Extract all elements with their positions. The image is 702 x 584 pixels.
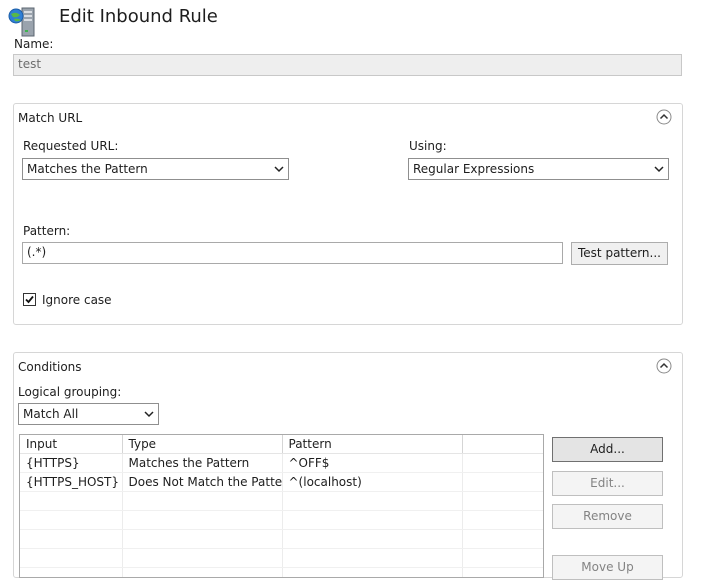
ignore-case-label: Ignore case [42, 293, 112, 307]
logical-grouping-value: Match All [23, 407, 79, 421]
cell-type: Matches the Pattern [122, 453, 283, 473]
match-url-header: Match URL [18, 111, 83, 125]
cell-empty [462, 472, 543, 492]
ignore-case-checkbox[interactable] [23, 293, 36, 306]
test-pattern-button[interactable]: Test pattern... [571, 242, 668, 265]
name-label: Name: [14, 37, 54, 51]
using-select[interactable]: Regular Expressions [408, 158, 669, 180]
remove-condition-button[interactable]: Remove [552, 504, 663, 529]
column-header-type[interactable]: Type [122, 435, 283, 454]
column-header-pattern[interactable]: Pattern [282, 435, 463, 454]
globe-server-icon [8, 6, 44, 40]
requested-url-value: Matches the Pattern [27, 162, 148, 176]
collapse-match-url-button[interactable] [656, 109, 672, 125]
cell-pattern: ^OFF$ [282, 453, 463, 473]
move-up-button[interactable]: Move Up [552, 555, 663, 580]
name-field[interactable]: test [13, 54, 682, 76]
cell-input: {HTTPS} [20, 453, 123, 473]
pattern-label: Pattern: [23, 224, 71, 238]
logical-grouping-label: Logical grouping: [18, 385, 122, 399]
table-row[interactable]: {HTTPS} Matches the Pattern ^OFF$ [20, 453, 543, 473]
page-title: Edit Inbound Rule [59, 6, 218, 27]
add-condition-button[interactable]: Add... [552, 437, 663, 462]
chevron-down-icon [274, 166, 284, 173]
conditions-table[interactable]: Input Type Pattern {HTTPS} Matches the P… [19, 434, 544, 578]
empty-row [20, 529, 543, 549]
requested-url-label: Requested URL: [23, 139, 119, 153]
empty-row [20, 548, 543, 568]
chevron-up-icon [656, 358, 672, 374]
using-value: Regular Expressions [413, 162, 535, 176]
match-url-section [13, 103, 683, 325]
pattern-input[interactable]: (.*) [22, 242, 563, 264]
column-header-input[interactable]: Input [20, 435, 123, 454]
chevron-down-icon [144, 411, 154, 418]
cell-empty [462, 453, 543, 473]
collapse-conditions-button[interactable] [656, 358, 672, 374]
checkmark-icon [25, 295, 34, 304]
empty-row [20, 491, 543, 511]
empty-row [20, 567, 543, 577]
cell-input: {HTTPS_HOST} [20, 472, 123, 492]
cell-pattern: ^(localhost) [282, 472, 463, 492]
logical-grouping-select[interactable]: Match All [18, 403, 159, 425]
conditions-header: Conditions [18, 360, 82, 374]
column-header-empty [462, 435, 543, 454]
cell-type: Does Not Match the Pattern [122, 472, 283, 492]
chevron-up-icon [656, 109, 672, 125]
table-row[interactable]: {HTTPS_HOST} Does Not Match the Pattern … [20, 472, 543, 492]
edit-condition-button[interactable]: Edit... [552, 471, 663, 496]
empty-row [20, 510, 543, 530]
requested-url-select[interactable]: Matches the Pattern [22, 158, 289, 180]
chevron-down-icon [654, 166, 664, 173]
table-header-row: Input Type Pattern [20, 435, 543, 454]
using-label: Using: [409, 139, 447, 153]
